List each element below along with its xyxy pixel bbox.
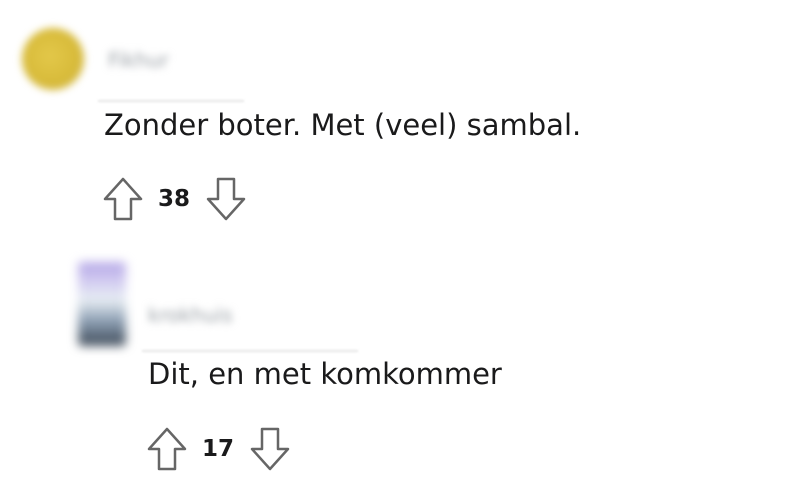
- divider: [142, 350, 358, 352]
- upvote-button[interactable]: [101, 176, 145, 222]
- vote-count: 17: [202, 436, 235, 462]
- divider: [98, 100, 244, 102]
- arrow-up-outline-icon: [147, 427, 187, 471]
- upvote-button[interactable]: [145, 426, 189, 472]
- comment-author[interactable]: krokhuis: [148, 303, 260, 327]
- comment-author[interactable]: Fikhur: [108, 48, 186, 72]
- arrow-down-outline-icon: [250, 427, 290, 471]
- vote-controls: 38: [101, 176, 248, 222]
- arrow-up-outline-icon: [103, 177, 143, 221]
- vote-count: 38: [158, 186, 191, 212]
- arrow-down-outline-icon: [206, 177, 246, 221]
- downvote-button[interactable]: [248, 426, 292, 472]
- comment-body: Dit, en met komkommer: [148, 357, 502, 391]
- downvote-button[interactable]: [204, 176, 248, 222]
- vote-controls: 17: [145, 426, 292, 472]
- user-avatar[interactable]: [22, 28, 84, 90]
- comment-body: Zonder boter. Met (veel) sambal.: [104, 108, 582, 142]
- user-avatar[interactable]: [78, 262, 126, 346]
